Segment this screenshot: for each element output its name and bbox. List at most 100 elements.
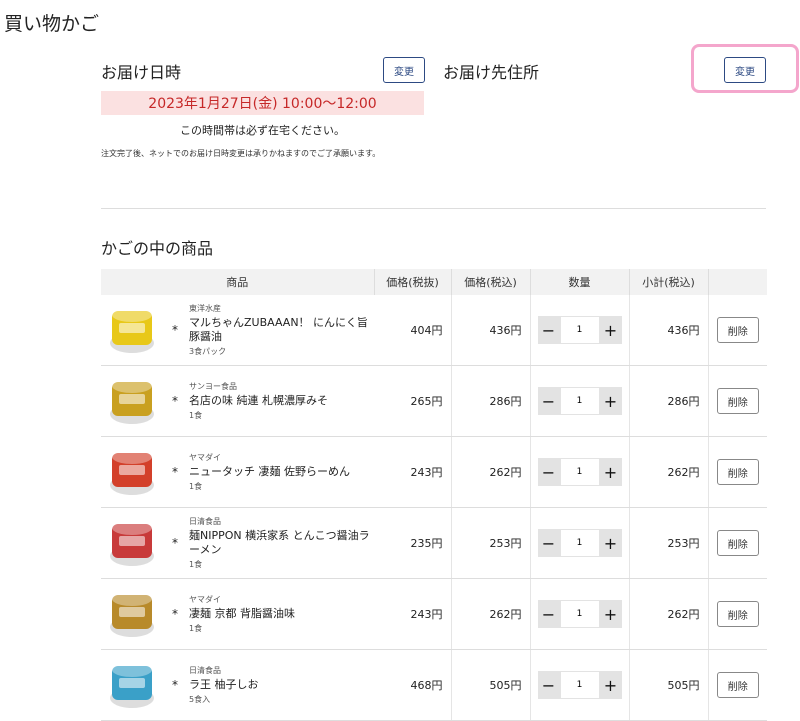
product-cell: * サンヨー食品 名店の味 純連 札幌濃厚みそ 1食 bbox=[101, 365, 374, 437]
quantity-cell: − + bbox=[530, 578, 630, 650]
table-row: * ヤマダイ ニュータッチ 凄麺 佐野らーめん 1食 243円 262円 − +… bbox=[101, 436, 767, 508]
quantity-input[interactable] bbox=[559, 600, 600, 628]
quantity-input[interactable] bbox=[559, 529, 600, 557]
price-ex-tax: 243円 bbox=[374, 436, 452, 508]
product-size: 1食 bbox=[189, 560, 203, 569]
delete-button[interactable]: 削除 bbox=[716, 459, 759, 485]
product-name-link[interactable]: 名店の味 純連 札幌濃厚みそ bbox=[189, 394, 328, 408]
delete-cell: 削除 bbox=[708, 436, 767, 508]
quantity-minus-button[interactable]: − bbox=[537, 458, 560, 486]
product-cell: * 日清食品 ラ王 柚子しお 5食入 bbox=[101, 649, 374, 721]
subtotal: 505円 bbox=[629, 649, 709, 721]
price-ex-tax: 404円 bbox=[374, 295, 452, 366]
asterisk-mark: * bbox=[172, 678, 178, 692]
quantity-input[interactable] bbox=[559, 458, 600, 486]
product-thumbnail-icon[interactable] bbox=[107, 445, 157, 499]
quantity-plus-button[interactable]: + bbox=[599, 316, 622, 344]
product-size: 1食 bbox=[189, 411, 203, 420]
column-header-product: 商品 bbox=[101, 269, 375, 295]
price-ex-tax: 235円 bbox=[374, 507, 452, 579]
product-size: 3食パック bbox=[189, 347, 227, 356]
product-name-link[interactable]: ラ王 柚子しお bbox=[189, 678, 259, 692]
page-title: 買い物かご bbox=[4, 13, 100, 35]
column-header-quantity: 数量 bbox=[530, 269, 630, 295]
asterisk-mark: * bbox=[172, 394, 178, 408]
quantity-stepper: − + bbox=[531, 387, 629, 415]
asterisk-mark: * bbox=[172, 536, 178, 550]
subtotal: 253円 bbox=[629, 507, 709, 579]
delivery-date-banner: 2023年1月27日(金) 10:00〜12:00 bbox=[101, 91, 424, 115]
product-cell: * ヤマダイ ニュータッチ 凄麺 佐野らーめん 1食 bbox=[101, 436, 374, 508]
subtotal: 286円 bbox=[629, 365, 709, 437]
product-maker: サンヨー食品 bbox=[189, 382, 237, 391]
product-size: 1食 bbox=[189, 624, 203, 633]
product-thumbnail-icon[interactable] bbox=[107, 516, 157, 570]
quantity-minus-button[interactable]: − bbox=[537, 600, 560, 628]
quantity-plus-button[interactable]: + bbox=[599, 600, 622, 628]
delivery-date-change-button[interactable]: 変更 bbox=[383, 57, 425, 83]
product-name-link[interactable]: マルちゃんZUBAAAN！ にんにく旨豚醤油 bbox=[189, 316, 374, 344]
product-cell: * 日清食品 麺NIPPON 横浜家系 とんこつ醤油ラーメン 1食 bbox=[101, 507, 374, 579]
asterisk-mark: * bbox=[172, 465, 178, 479]
quantity-minus-button[interactable]: − bbox=[537, 529, 560, 557]
price-in-tax: 262円 bbox=[451, 436, 531, 508]
price-in-tax: 505円 bbox=[451, 649, 531, 721]
product-thumbnail-icon[interactable] bbox=[107, 374, 157, 428]
product-name-link[interactable]: 麺NIPPON 横浜家系 とんこつ醤油ラーメン bbox=[189, 529, 374, 557]
delete-button[interactable]: 削除 bbox=[716, 530, 759, 556]
table-row: * 日清食品 ラ王 柚子しお 5食入 468円 505円 − + 505円 削除 bbox=[101, 649, 767, 721]
product-name-link[interactable]: ニュータッチ 凄麺 佐野らーめん bbox=[189, 465, 350, 479]
product-maker: ヤマダイ bbox=[189, 595, 221, 604]
quantity-plus-button[interactable]: + bbox=[599, 458, 622, 486]
quantity-minus-button[interactable]: − bbox=[537, 671, 560, 699]
price-in-tax: 262円 bbox=[451, 578, 531, 650]
product-thumbnail-icon[interactable] bbox=[107, 303, 157, 357]
delete-button[interactable]: 削除 bbox=[716, 672, 759, 698]
quantity-plus-button[interactable]: + bbox=[599, 387, 622, 415]
quantity-cell: − + bbox=[530, 365, 630, 437]
quantity-plus-button[interactable]: + bbox=[599, 529, 622, 557]
product-thumbnail-icon[interactable] bbox=[107, 658, 157, 712]
cart-table: 商品 価格(税抜) 価格(税込) 数量 小計(税込) * 東洋水産 マルちゃんZ… bbox=[101, 269, 767, 721]
column-header-actions bbox=[708, 269, 767, 295]
delete-cell: 削除 bbox=[708, 649, 767, 721]
change-notice: 注文完了後、ネットでのお届け日時変更は承りかねますのでご了承願います。 bbox=[101, 149, 381, 158]
product-size: 5食入 bbox=[189, 695, 211, 704]
table-row: * 日清食品 麺NIPPON 横浜家系 とんこつ醤油ラーメン 1食 235円 2… bbox=[101, 507, 767, 579]
table-row: * ヤマダイ 凄麺 京都 背脂醤油味 1食 243円 262円 − + 262円… bbox=[101, 578, 767, 650]
quantity-minus-button[interactable]: − bbox=[537, 387, 560, 415]
asterisk-mark: * bbox=[172, 607, 178, 621]
home-note: この時間帯は必ず在宅ください。 bbox=[180, 124, 345, 137]
delivery-address-label: お届け先住所 bbox=[443, 63, 540, 82]
product-size: 1食 bbox=[189, 482, 203, 491]
quantity-cell: − + bbox=[530, 436, 630, 508]
price-ex-tax: 468円 bbox=[374, 649, 452, 721]
quantity-stepper: − + bbox=[531, 458, 629, 486]
delete-button[interactable]: 削除 bbox=[716, 317, 759, 343]
price-in-tax: 436円 bbox=[451, 295, 531, 366]
cart-table-header: 商品 価格(税抜) 価格(税込) 数量 小計(税込) bbox=[101, 269, 767, 295]
asterisk-mark: * bbox=[172, 323, 178, 337]
quantity-cell: − + bbox=[530, 649, 630, 721]
quantity-plus-button[interactable]: + bbox=[599, 671, 622, 699]
delete-cell: 削除 bbox=[708, 295, 767, 366]
delivery-address-change-button[interactable]: 変更 bbox=[724, 57, 766, 83]
delete-cell: 削除 bbox=[708, 507, 767, 579]
subtotal: 262円 bbox=[629, 436, 709, 508]
quantity-stepper: − + bbox=[531, 671, 629, 699]
quantity-stepper: − + bbox=[531, 316, 629, 344]
quantity-input[interactable] bbox=[559, 316, 600, 344]
table-row: * サンヨー食品 名店の味 純連 札幌濃厚みそ 1食 265円 286円 − +… bbox=[101, 365, 767, 437]
delete-button[interactable]: 削除 bbox=[716, 388, 759, 414]
quantity-input[interactable] bbox=[559, 387, 600, 415]
product-name-link[interactable]: 凄麺 京都 背脂醤油味 bbox=[189, 607, 295, 621]
cart-heading: かごの中の商品 bbox=[101, 239, 214, 258]
quantity-stepper: − + bbox=[531, 529, 629, 557]
quantity-minus-button[interactable]: − bbox=[537, 316, 560, 344]
product-thumbnail-icon[interactable] bbox=[107, 587, 157, 641]
price-ex-tax: 265円 bbox=[374, 365, 452, 437]
delivery-date-label: お届け日時 bbox=[101, 63, 182, 82]
product-maker: 日清食品 bbox=[189, 666, 221, 675]
delete-button[interactable]: 削除 bbox=[716, 601, 759, 627]
quantity-input[interactable] bbox=[559, 671, 600, 699]
